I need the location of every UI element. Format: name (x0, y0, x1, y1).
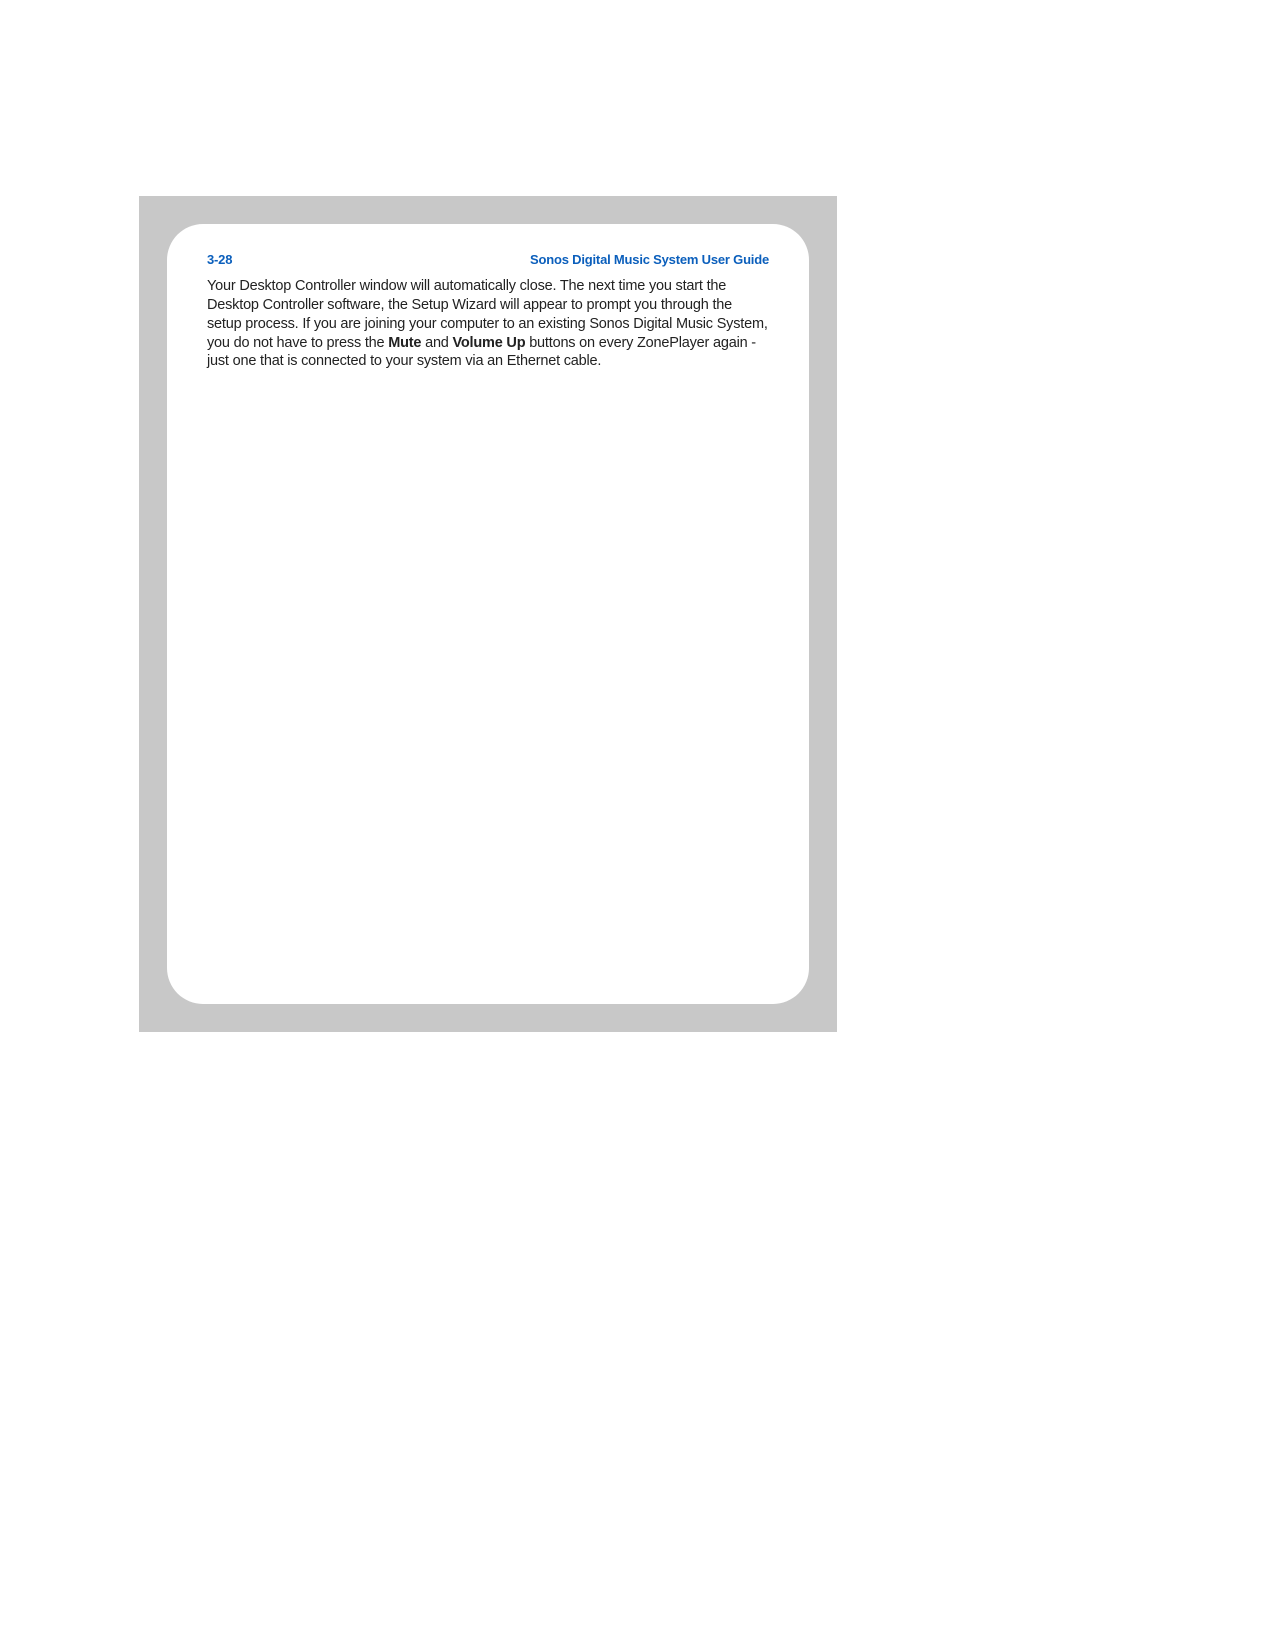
document-page: 3-28 Sonos Digital Music System User Gui… (167, 224, 809, 1004)
body-paragraph: Your Desktop Controller window will auto… (207, 277, 769, 371)
bold-volume-up: Volume Up (453, 335, 526, 351)
bold-mute: Mute (388, 335, 421, 351)
document-title: Sonos Digital Music System User Guide (530, 252, 769, 267)
page-header: 3-28 Sonos Digital Music System User Gui… (207, 252, 769, 267)
document-frame: 3-28 Sonos Digital Music System User Gui… (139, 196, 837, 1032)
page-number: 3-28 (207, 252, 232, 267)
body-text-segment: and (421, 335, 452, 351)
